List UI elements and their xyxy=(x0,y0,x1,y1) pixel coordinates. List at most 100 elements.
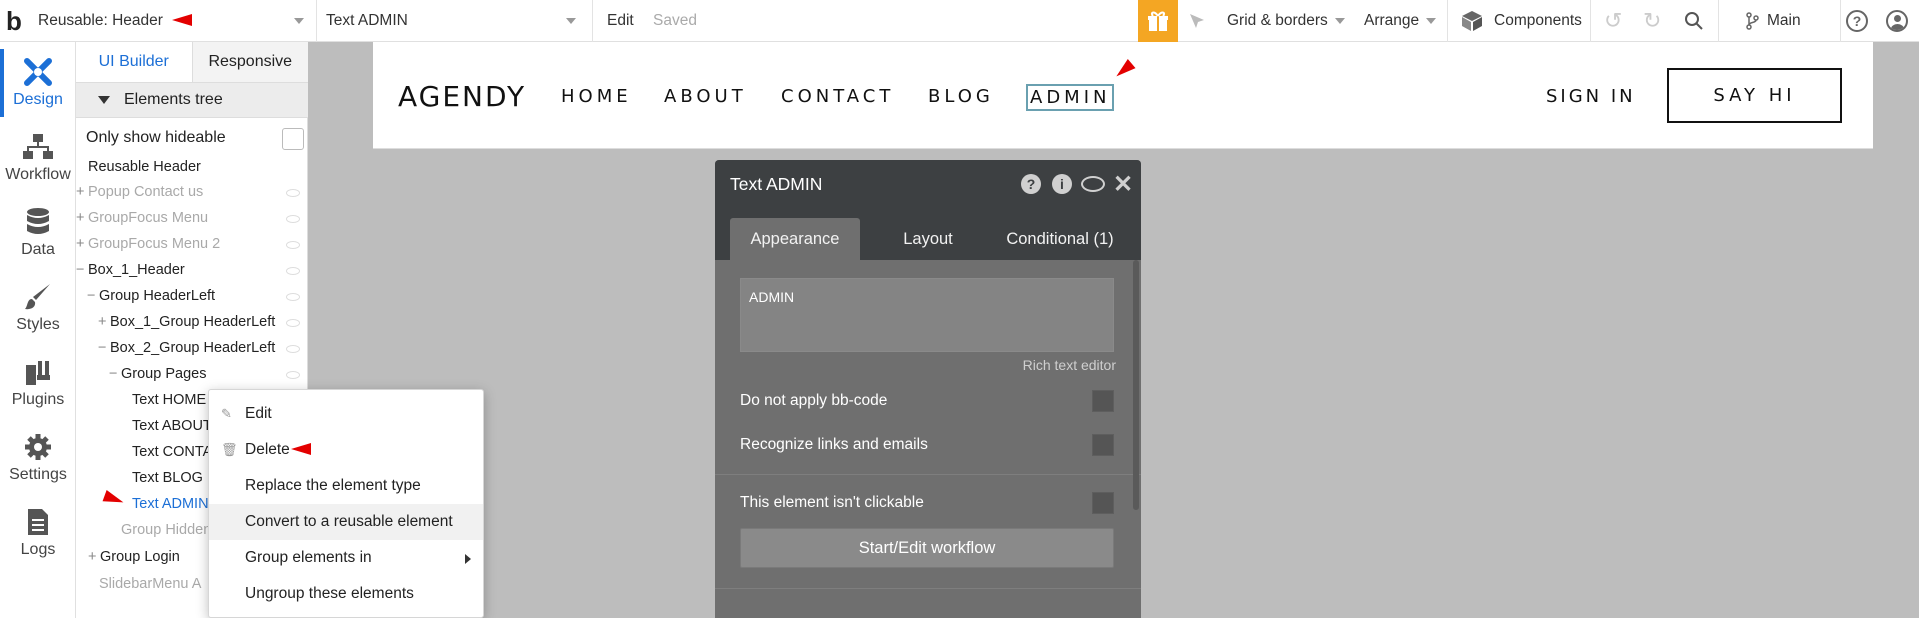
text-content-input[interactable]: ADMIN xyxy=(740,278,1114,352)
tree-item-label: SlidebarMenu A xyxy=(99,576,202,592)
tree-item[interactable]: + Popup Contact us xyxy=(76,180,203,204)
expand-icon[interactable]: + xyxy=(76,180,88,204)
eye-icon[interactable] xyxy=(286,241,300,249)
nav-label: Workflow xyxy=(5,165,71,183)
bubble-logo[interactable]: b xyxy=(6,0,22,42)
tab-responsive[interactable]: Responsive xyxy=(191,42,308,82)
property-editor-scrollbar[interactable] xyxy=(1133,260,1139,510)
tab-conditional[interactable]: Conditional (1) xyxy=(990,218,1130,260)
expand-icon[interactable]: + xyxy=(98,310,110,334)
nav-settings[interactable]: Settings xyxy=(0,420,76,495)
close-icon[interactable]: ✕ xyxy=(1113,170,1133,199)
info-icon[interactable]: i xyxy=(1052,174,1072,194)
branch-selector[interactable]: Main xyxy=(1745,0,1801,42)
menu-item-ungroup[interactable]: Ungroup these elements xyxy=(209,576,483,612)
edit-menu[interactable]: Edit xyxy=(607,0,634,42)
tree-item-label: Popup Contact us xyxy=(88,184,204,200)
not-clickable-label: This element isn't clickable xyxy=(740,494,924,511)
tab-ui-builder[interactable]: UI Builder xyxy=(76,42,192,82)
tree-item-selected[interactable]: Text ADMIN xyxy=(132,492,209,516)
arrange-menu[interactable]: Arrange xyxy=(1364,0,1437,42)
elements-tree-header[interactable]: Elements tree xyxy=(76,82,308,118)
account-button[interactable] xyxy=(1886,0,1908,42)
collapse-icon[interactable]: − xyxy=(109,362,121,386)
nav-workflow[interactable]: Workflow xyxy=(0,120,76,195)
nav-logs[interactable]: Logs xyxy=(0,495,76,570)
components-button[interactable]: Components xyxy=(1460,0,1582,42)
nav-blog[interactable]: BLOG xyxy=(928,86,994,107)
nav-home[interactable]: HOME xyxy=(561,86,632,107)
tree-item[interactable]: Text ABOUT xyxy=(132,414,212,438)
expand-icon[interactable]: + xyxy=(76,232,88,256)
gift-button[interactable] xyxy=(1138,0,1178,42)
eye-icon[interactable] xyxy=(286,345,300,353)
comment-icon[interactable] xyxy=(1081,176,1105,192)
red-annotation-arrow xyxy=(172,14,192,26)
nav-contact[interactable]: CONTACT xyxy=(781,86,894,107)
eye-icon[interactable] xyxy=(286,189,300,197)
appearance-panel: ADMIN Rich text editor Do not apply bb-c… xyxy=(715,260,1141,618)
collapse-icon[interactable]: − xyxy=(76,258,88,282)
nav-data[interactable]: Data xyxy=(0,195,76,270)
help-icon: ? xyxy=(1846,10,1868,32)
menu-item-edit[interactable]: ✎ Edit xyxy=(209,396,483,432)
menu-item-convert-reusable[interactable]: Convert to a reusable element xyxy=(209,504,483,540)
nav-styles[interactable]: Styles xyxy=(0,270,76,345)
sign-in-link[interactable]: SIGN IN xyxy=(1546,86,1636,107)
tree-item[interactable]: Group Hidden xyxy=(121,518,211,542)
help-icon[interactable]: ? xyxy=(1021,174,1041,194)
menu-item-group-elements[interactable]: Group elements in xyxy=(209,540,483,576)
eye-icon[interactable] xyxy=(286,293,300,301)
eye-icon[interactable] xyxy=(286,215,300,223)
bbcode-checkbox[interactable] xyxy=(1092,390,1114,412)
tree-item[interactable]: SlidebarMenu A xyxy=(99,572,201,596)
tree-item[interactable]: + GroupFocus Menu xyxy=(76,206,208,230)
tree-item[interactable]: Text CONTA xyxy=(132,440,212,464)
eye-icon[interactable] xyxy=(286,371,300,379)
tree-item[interactable]: + GroupFocus Menu 2 xyxy=(76,232,220,256)
menu-item-delete[interactable]: 🗑 Delete xyxy=(209,432,483,468)
tree-item-label: Group Login xyxy=(100,549,180,565)
bbcode-option: Do not apply bb-code xyxy=(740,388,1114,414)
tree-item[interactable]: Text HOME xyxy=(132,388,206,412)
start-edit-workflow-button[interactable]: Start/Edit workflow xyxy=(740,528,1114,568)
pointer-tool[interactable] xyxy=(1188,0,1206,42)
nav-about[interactable]: ABOUT xyxy=(664,86,747,107)
nav-design[interactable]: Design xyxy=(0,45,76,120)
recognize-links-checkbox[interactable] xyxy=(1092,434,1114,456)
eye-icon[interactable] xyxy=(286,319,300,327)
tree-item[interactable]: − Group Pages xyxy=(109,362,206,386)
chevron-down-icon xyxy=(566,18,576,24)
collapse-triangle-icon xyxy=(98,96,110,104)
grid-borders-menu[interactable]: Grid & borders xyxy=(1227,0,1345,42)
tree-item[interactable]: + Group Login xyxy=(88,545,180,569)
search-button[interactable] xyxy=(1684,0,1704,42)
tab-layout[interactable]: Layout xyxy=(878,218,978,260)
tree-item[interactable]: Reusable Header xyxy=(88,155,201,179)
help-button[interactable]: ? xyxy=(1846,0,1868,42)
collapse-icon[interactable]: − xyxy=(98,336,110,360)
collapse-icon[interactable]: − xyxy=(87,284,99,308)
rich-text-editor-link[interactable]: Rich text editor xyxy=(1023,357,1116,373)
tab-appearance[interactable]: Appearance xyxy=(730,218,860,260)
tree-item[interactable]: − Box_1_Header xyxy=(76,258,185,282)
menu-item-replace-type[interactable]: Replace the element type xyxy=(209,468,483,504)
eye-icon[interactable] xyxy=(286,267,300,275)
page-selector-label: Reusable: Header xyxy=(38,12,163,29)
nav-plugins[interactable]: Plugins xyxy=(0,345,76,420)
tree-item[interactable]: − Box_2_Group HeaderLeft xyxy=(98,336,275,360)
tree-item[interactable]: + Box_1_Group HeaderLeft xyxy=(98,310,275,334)
expand-icon[interactable]: + xyxy=(76,206,88,230)
expand-icon[interactable]: + xyxy=(88,545,100,569)
tree-item[interactable]: Text BLOG xyxy=(132,466,203,490)
only-show-hideable-checkbox[interactable] xyxy=(282,128,304,150)
site-logo[interactable]: AGENDY xyxy=(398,80,526,113)
redo-button[interactable]: ↻ xyxy=(1643,0,1661,42)
say-hi-button[interactable]: SAY HI xyxy=(1667,68,1842,123)
tree-item[interactable]: − Group HeaderLeft xyxy=(87,284,215,308)
nav-admin-selected[interactable]: ADMIN xyxy=(1026,84,1115,111)
element-selector[interactable]: Text ADMIN xyxy=(326,0,576,42)
property-editor-header[interactable]: Text ADMIN ? i ✕ xyxy=(715,160,1141,210)
not-clickable-checkbox[interactable] xyxy=(1092,492,1114,514)
undo-button[interactable]: ↺ xyxy=(1604,0,1622,42)
